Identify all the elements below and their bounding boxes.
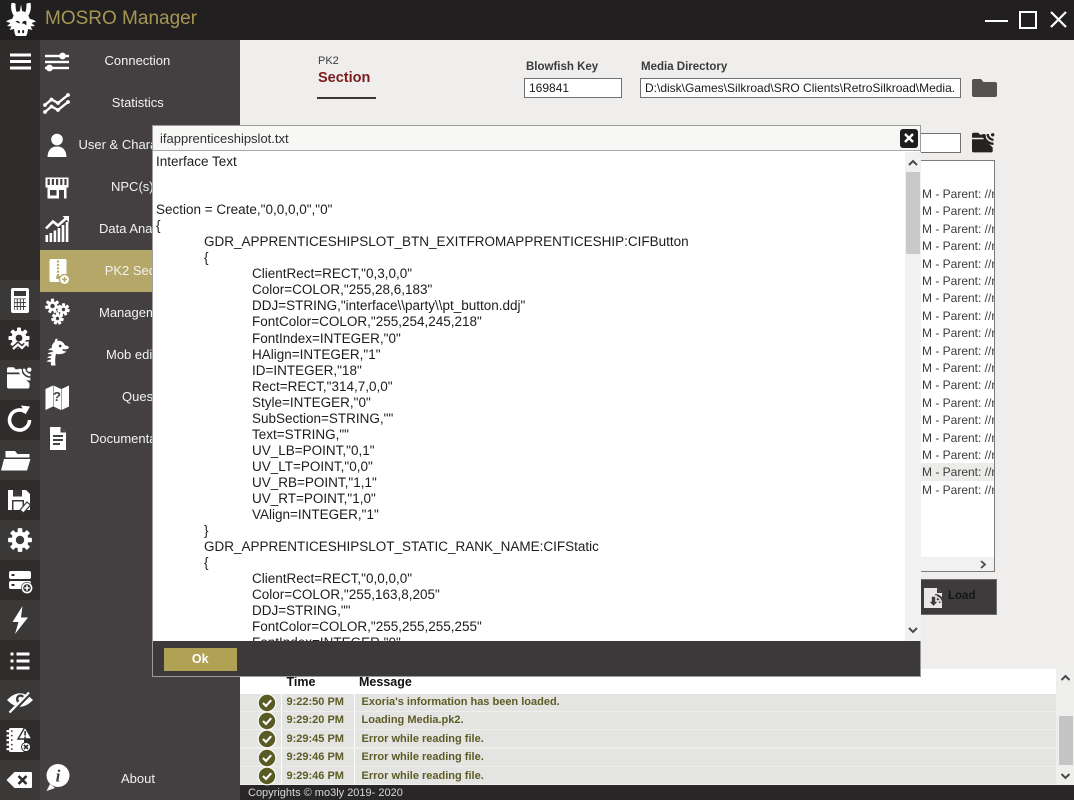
svg-text:?: ? bbox=[53, 389, 61, 404]
svg-text:i: i bbox=[56, 767, 61, 786]
